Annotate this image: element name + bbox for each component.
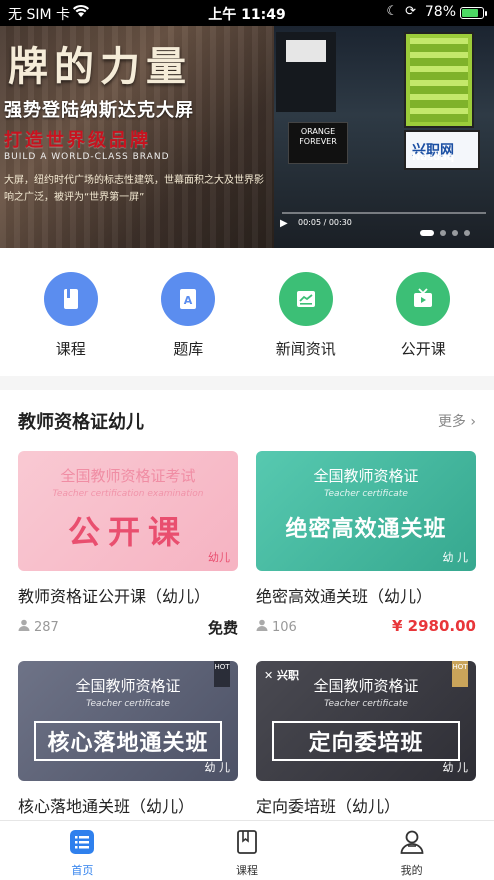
news-icon [278,272,333,326]
user-outline-icon [399,829,425,859]
book-icon [43,272,98,326]
billboard-sign [286,40,326,62]
more-label: 更多 [437,414,466,430]
thumb-big-text: 公开课 [67,513,188,551]
status-bar: 无 SIM 卡 上午 11:49 ☾ ⟳ 78% [0,0,494,26]
carousel-dot[interactable] [464,230,470,236]
course-thumbnail[interactable]: HOT 全国教师资格证 Teacher certificate 核心落地通关班 … [18,661,238,781]
thumb-tag: 幼 儿 [442,551,469,564]
video-progress-track[interactable] [282,212,486,214]
banner-english-line: BUILD A WORLD-CLASS BRAND [4,152,170,162]
thumb-top-text: 全国教师资格证 [313,677,419,695]
category-question-bank[interactable]: A 题库 [138,248,238,376]
video-time: 00:05 / 00:30 [298,218,352,227]
clock: 上午 11:49 [208,7,286,23]
carousel-indicator [420,230,470,236]
course-card[interactable]: 全国教师资格证考试 Teacher certification examinat… [18,451,238,637]
banner-title: 牌的力量 [8,43,192,90]
billboard-line-2: FOREVER [299,137,337,146]
thumb-big-text: 定向委培班 [272,721,460,761]
course-price: 免费 [207,619,238,637]
section-divider [0,376,494,390]
rotation-lock-icon: ⟳ [405,4,416,19]
category-news[interactable]: 新闻资讯 [256,248,356,376]
enroll-count: 287 [34,619,59,635]
carousel-dot[interactable] [440,230,446,236]
category-open-class[interactable]: 公开课 [373,248,473,376]
thumb-big-text: 核心落地通关班 [34,721,222,761]
tab-label: 首页 [71,864,94,877]
banner-slide-left: 牌的力量 强势登陆纳斯达克大屏 打造世界级品牌 BUILD A WORLD-CL… [0,26,274,248]
banner-description: 大屏，纽约时代广场的标志性建筑，世幕面积之大及世界影响之广泛，被评为“世界第一屏… [4,175,264,203]
billboard-line-1: ORANGE [300,127,336,136]
carousel-dot[interactable] [420,230,434,236]
book-outline-icon [234,829,260,859]
course-thumbnail[interactable]: HOT ✕ 兴职 全国教师资格证 Teacher certificate 定向委… [256,661,476,781]
user-icon [18,619,30,635]
thumb-top-text: 全国教师资格证 [313,467,419,485]
thumb-english-text: Teacher certification examination [52,489,204,499]
course-name: 教师资格证公开课（幼儿） [18,587,211,606]
thumb-top-text: 全国教师资格证 [75,677,181,695]
question-bank-icon: A [161,272,216,326]
course-meta: 106 ¥ 2980.00 [256,617,476,637]
course-name: 核心落地通关班（幼儿） [18,797,195,816]
nasdaq-tower-screen [404,32,474,128]
course-card[interactable]: 全国教师资格证 Teacher certificate 绝密高效通关班 幼 儿 … [256,451,476,637]
thumb-tag: 幼 儿 [442,761,469,774]
more-link[interactable]: 更多 › [438,411,476,431]
category-label: 课程 [55,340,86,358]
battery-icon [460,7,487,19]
course-thumbnail[interactable]: 全国教师资格证考试 Teacher certification examinat… [18,451,238,571]
banner-slogan: 打造世界级品牌 [4,130,151,151]
category-label: 新闻资讯 [275,340,336,358]
section-title: 教师资格证幼儿 [18,412,144,433]
tab-label: 课程 [235,864,258,877]
course-price: ¥ 2980.00 [392,617,476,635]
tab-course[interactable]: 课程 [187,821,307,880]
course-card[interactable]: HOT ✕ 兴职 全国教师资格证 Teacher certificate 定向委… [256,661,476,817]
course-name: 绝密高效通关班（幼儿） [256,587,433,606]
nasdaq-label: Nasdaq [412,152,455,163]
svg-text:A: A [184,294,193,307]
category-label: 题库 [173,340,204,358]
billboard-panel [276,32,336,112]
play-icon[interactable]: ▶ [280,218,288,229]
course-meta: 287 免费 [18,617,238,637]
do-not-disturb-icon: ☾ [386,4,398,19]
category-course[interactable]: 课程 [21,248,121,376]
chevron-right-icon: › [470,414,476,430]
thumb-english-text: Teacher certificate [324,699,408,709]
course-card[interactable]: HOT 全国教师资格证 Teacher certificate 核心落地通关班 … [18,661,238,817]
category-label: 公开课 [400,340,446,358]
nasdaq-ad-screen: 兴职网 [404,130,480,170]
billboard-screen: ORANGE FOREVER [288,122,348,164]
tab-label: 我的 [400,864,423,877]
enroll-count: 106 [272,619,297,635]
user-icon [256,619,268,635]
tab-home[interactable]: 首页 [22,821,142,880]
thumb-english-text: Teacher certificate [86,699,170,709]
thumb-top-text: 全国教师资格证考试 [60,467,196,485]
course-thumbnail[interactable]: 全国教师资格证 Teacher certificate 绝密高效通关班 幼 儿 [256,451,476,571]
thumb-tag: 幼 儿 [204,761,231,774]
thumb-big-text: 绝密高效通关班 [285,517,447,542]
category-nav: 课程 A 题库 新闻资讯 公开课 [0,248,494,376]
tab-profile[interactable]: 我的 [352,821,472,880]
bottom-tab-bar: 首页 课程 我的 [0,820,494,880]
carousel-dot[interactable] [452,230,458,236]
battery-percentage: 78% [424,4,456,20]
home-list-icon [69,829,95,859]
banner-carousel[interactable]: 牌的力量 强势登陆纳斯达克大屏 打造世界级品牌 BUILD A WORLD-CL… [0,26,494,248]
course-name: 定向委培班（幼儿） [256,797,401,816]
banner-subtitle: 强势登陆纳斯达克大屏 [4,100,194,121]
thumb-tag: 幼儿 [208,551,230,564]
tv-icon [396,272,451,326]
thumb-english-text: Teacher certificate [324,489,408,499]
